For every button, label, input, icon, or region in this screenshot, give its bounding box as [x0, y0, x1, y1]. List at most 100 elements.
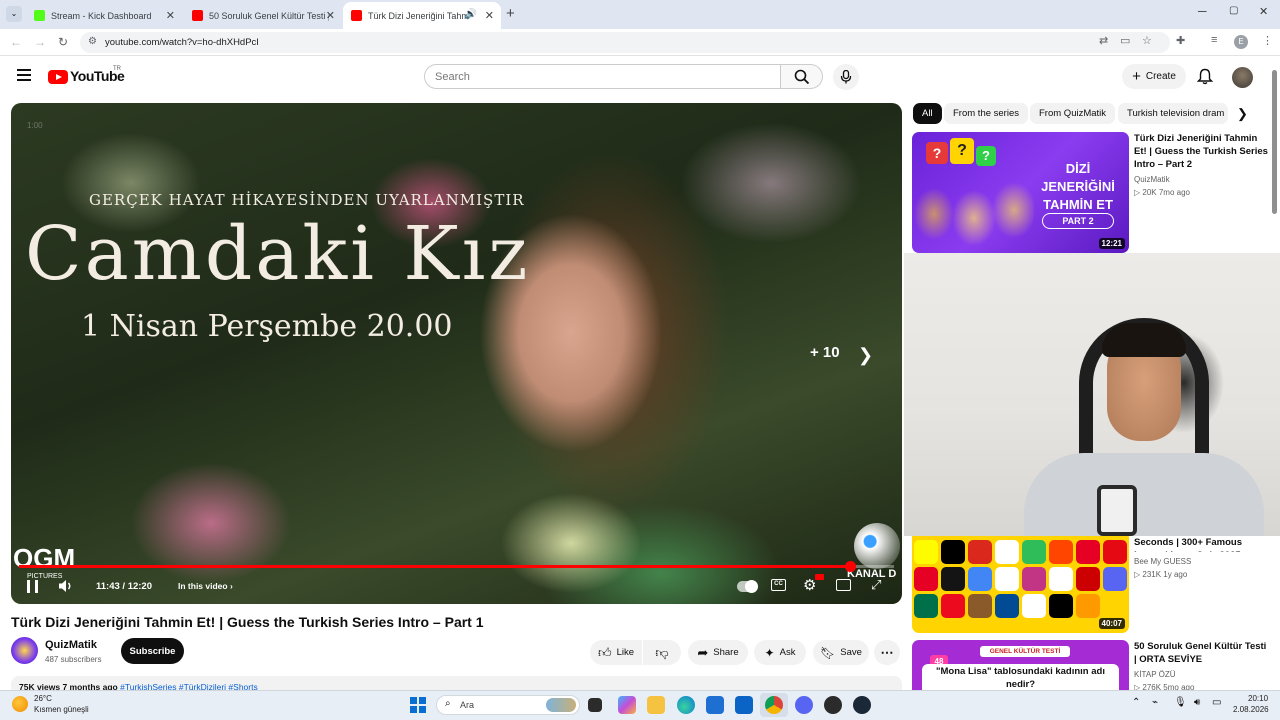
store-icon[interactable] — [706, 696, 724, 714]
tab-genel-kultur[interactable]: 50 Soruluk Genel Kültür Testi | O ✕ — [184, 2, 342, 29]
chip-turkish-television[interactable]: Turkish television dram — [1118, 103, 1228, 124]
forward-icon[interactable]: → — [34, 35, 46, 49]
channel-name[interactable]: QuizMatik — [45, 639, 97, 651]
microphone-tray-icon[interactable]: 🎙︎ — [1174, 697, 1187, 708]
profile-icon[interactable]: E — [1234, 35, 1248, 49]
site-info-icon[interactable]: ⚙ — [88, 36, 97, 47]
more-horizontal-icon: ⋯ — [880, 644, 894, 660]
progress-bar[interactable] — [19, 561, 894, 572]
volume-tray-icon[interactable]: 🔊︎ — [1194, 697, 1200, 708]
chevron-right-icon[interactable]: ❯ — [858, 345, 873, 366]
recommended-title[interactable]: Seconds | 300+ Famous Logos | Logo Quiz … — [1134, 536, 1269, 552]
copilot-icon[interactable] — [618, 696, 636, 714]
obs-icon[interactable] — [824, 696, 842, 714]
chip-from-quizmatik[interactable]: From QuizMatik — [1030, 103, 1116, 124]
task-view-icon[interactable] — [588, 698, 602, 712]
extensions-icon[interactable]: ✚ — [1176, 34, 1185, 47]
video-player[interactable]: 1:00 GERÇEK HAYAT HİKAYESİNDEN UYARLANMI… — [11, 103, 902, 604]
recommended-thumbnail[interactable]: 40:07 — [912, 536, 1129, 633]
microphone-icon — [840, 70, 852, 84]
kanal-d-logo-icon — [854, 523, 900, 569]
chrome-icon[interactable] — [765, 696, 783, 714]
close-icon[interactable]: ✕ — [485, 9, 494, 22]
create-button[interactable]: + Create — [1122, 64, 1186, 89]
recommended-title[interactable]: 50 Soruluk Genel Kültür Testi | ORTA SEV… — [1134, 640, 1269, 666]
back-icon[interactable]: ← — [10, 35, 22, 49]
outlook-icon[interactable] — [735, 696, 753, 714]
audio-playing-icon[interactable]: 🔊 — [465, 9, 477, 20]
taskbar-search[interactable]: ⌕ Ara — [436, 695, 580, 715]
duration-badge: 12:21 — [1098, 238, 1125, 249]
thumb-text: DİZİ JENERİĞİNİ TAHMİN ET — [1041, 161, 1115, 212]
translate-icon[interactable]: ⇄ — [1099, 34, 1108, 47]
page-scrollbar[interactable] — [1272, 70, 1277, 214]
chip-from-series[interactable]: From the series — [944, 103, 1028, 124]
recommended-thumbnail[interactable]: ? ? ? DİZİ JENERİĞİNİ TAHMİN ET PART 2 1… — [912, 132, 1129, 253]
menu-kebab-icon[interactable]: ⋮ — [1262, 34, 1273, 47]
voice-search-button[interactable] — [833, 64, 859, 90]
window-close-icon[interactable]: ✕ — [1259, 5, 1268, 18]
recommended-title[interactable]: Türk Dizi Jeneriğini Tahmin Et! | Guess … — [1134, 132, 1269, 171]
cast-icon[interactable]: ▭ — [1120, 34, 1130, 47]
recommended-channel[interactable]: KİTAP ÖZÜ — [1134, 670, 1176, 679]
subscribe-button[interactable]: Subscribe — [121, 638, 184, 664]
account-avatar[interactable] — [1232, 67, 1253, 88]
network-icon[interactable]: ⌁ — [1152, 697, 1158, 708]
weather-text[interactable]: Kısmen güneşli — [34, 705, 89, 714]
maximize-icon[interactable]: ▢ — [1229, 5, 1238, 16]
thumbs-up-icon: 👍︎ — [597, 644, 612, 660]
pause-icon[interactable] — [27, 580, 38, 593]
like-button[interactable]: 👍︎ Like — [590, 640, 642, 665]
search-input[interactable]: Search — [424, 64, 781, 89]
save-button[interactable]: 🔖︎ Save — [813, 640, 869, 665]
thumb-badge: PART 2 — [1042, 213, 1114, 229]
omnibox[interactable]: ⚙ youtube.com/watch?v=ho-dhXHdPcI — [80, 32, 1170, 53]
miniplayer-icon[interactable] — [836, 579, 851, 591]
chips-next-icon[interactable]: ❯ — [1237, 106, 1248, 122]
tab-kick-dashboard[interactable]: Stream - Kick Dashboard ✕ — [26, 2, 182, 29]
reload-icon[interactable]: ↻ — [58, 35, 68, 49]
autoplay-toggle[interactable] — [737, 580, 758, 593]
weather-icon[interactable] — [12, 696, 28, 712]
skip-forward-label[interactable]: + 10 — [810, 344, 840, 361]
search-button[interactable] — [781, 64, 823, 89]
tab-search-icon[interactable]: ⌄ — [6, 6, 22, 22]
battery-icon[interactable]: ▭ — [1212, 697, 1221, 708]
edge-icon[interactable] — [677, 696, 695, 714]
channel-avatar[interactable] — [11, 637, 38, 664]
chip-all[interactable]: All — [913, 103, 942, 124]
notifications-bell-icon[interactable] — [1197, 68, 1213, 85]
dislike-button[interactable]: 👎︎ — [643, 640, 681, 665]
bookmark-star-icon[interactable]: ☆ — [1142, 34, 1152, 47]
overlay-title: Camdaki Kız — [25, 211, 531, 297]
clock-date[interactable]: 2.08.2026 — [1233, 705, 1269, 714]
tray-chevron-icon[interactable]: ⌃ — [1132, 697, 1140, 708]
video-title: Türk Dizi Jeneriğini Tahmin Et! | Guess … — [11, 614, 484, 630]
discord-icon[interactable] — [795, 696, 813, 714]
youtube-logo-icon[interactable] — [48, 70, 68, 84]
clock-time[interactable]: 20:10 — [1248, 694, 1268, 703]
tab-turk-dizi[interactable]: Türk Dizi Jeneriğini Tahmin 🔊 ✕ — [343, 2, 501, 29]
windows-taskbar — [0, 690, 1280, 720]
close-icon[interactable]: ✕ — [326, 9, 335, 22]
subtitles-icon[interactable]: CC — [771, 579, 786, 591]
microphone-icon — [1097, 485, 1137, 536]
fullscreen-icon[interactable]: ⤢ — [871, 577, 881, 593]
in-this-video-link[interactable]: In this video › — [178, 581, 233, 591]
steam-icon[interactable] — [853, 696, 871, 714]
recommended-thumbnail[interactable]: GENEL KÜLTÜR TESTİ 48 "Mona Lisa" tablos… — [912, 640, 1129, 690]
share-button[interactable]: ➦ Share — [688, 640, 748, 665]
volume-icon[interactable] — [58, 579, 74, 593]
weather-temp[interactable]: 26°C — [34, 694, 52, 703]
hamburger-menu-icon[interactable] — [17, 69, 31, 81]
file-explorer-icon[interactable] — [647, 696, 665, 714]
reading-list-icon[interactable]: ≡ — [1211, 34, 1217, 46]
new-tab-icon[interactable]: + — [506, 5, 515, 22]
ask-button[interactable]: ✦ Ask — [754, 640, 806, 665]
more-actions-button[interactable]: ⋯ — [874, 640, 900, 665]
start-windows-icon[interactable] — [410, 697, 426, 713]
recommended-channel[interactable]: QuizMatik — [1134, 175, 1170, 184]
minimize-icon[interactable]: ─ — [1198, 4, 1207, 18]
recommended-channel[interactable]: Bee My GUESS — [1134, 557, 1191, 566]
close-icon[interactable]: ✕ — [166, 9, 175, 22]
